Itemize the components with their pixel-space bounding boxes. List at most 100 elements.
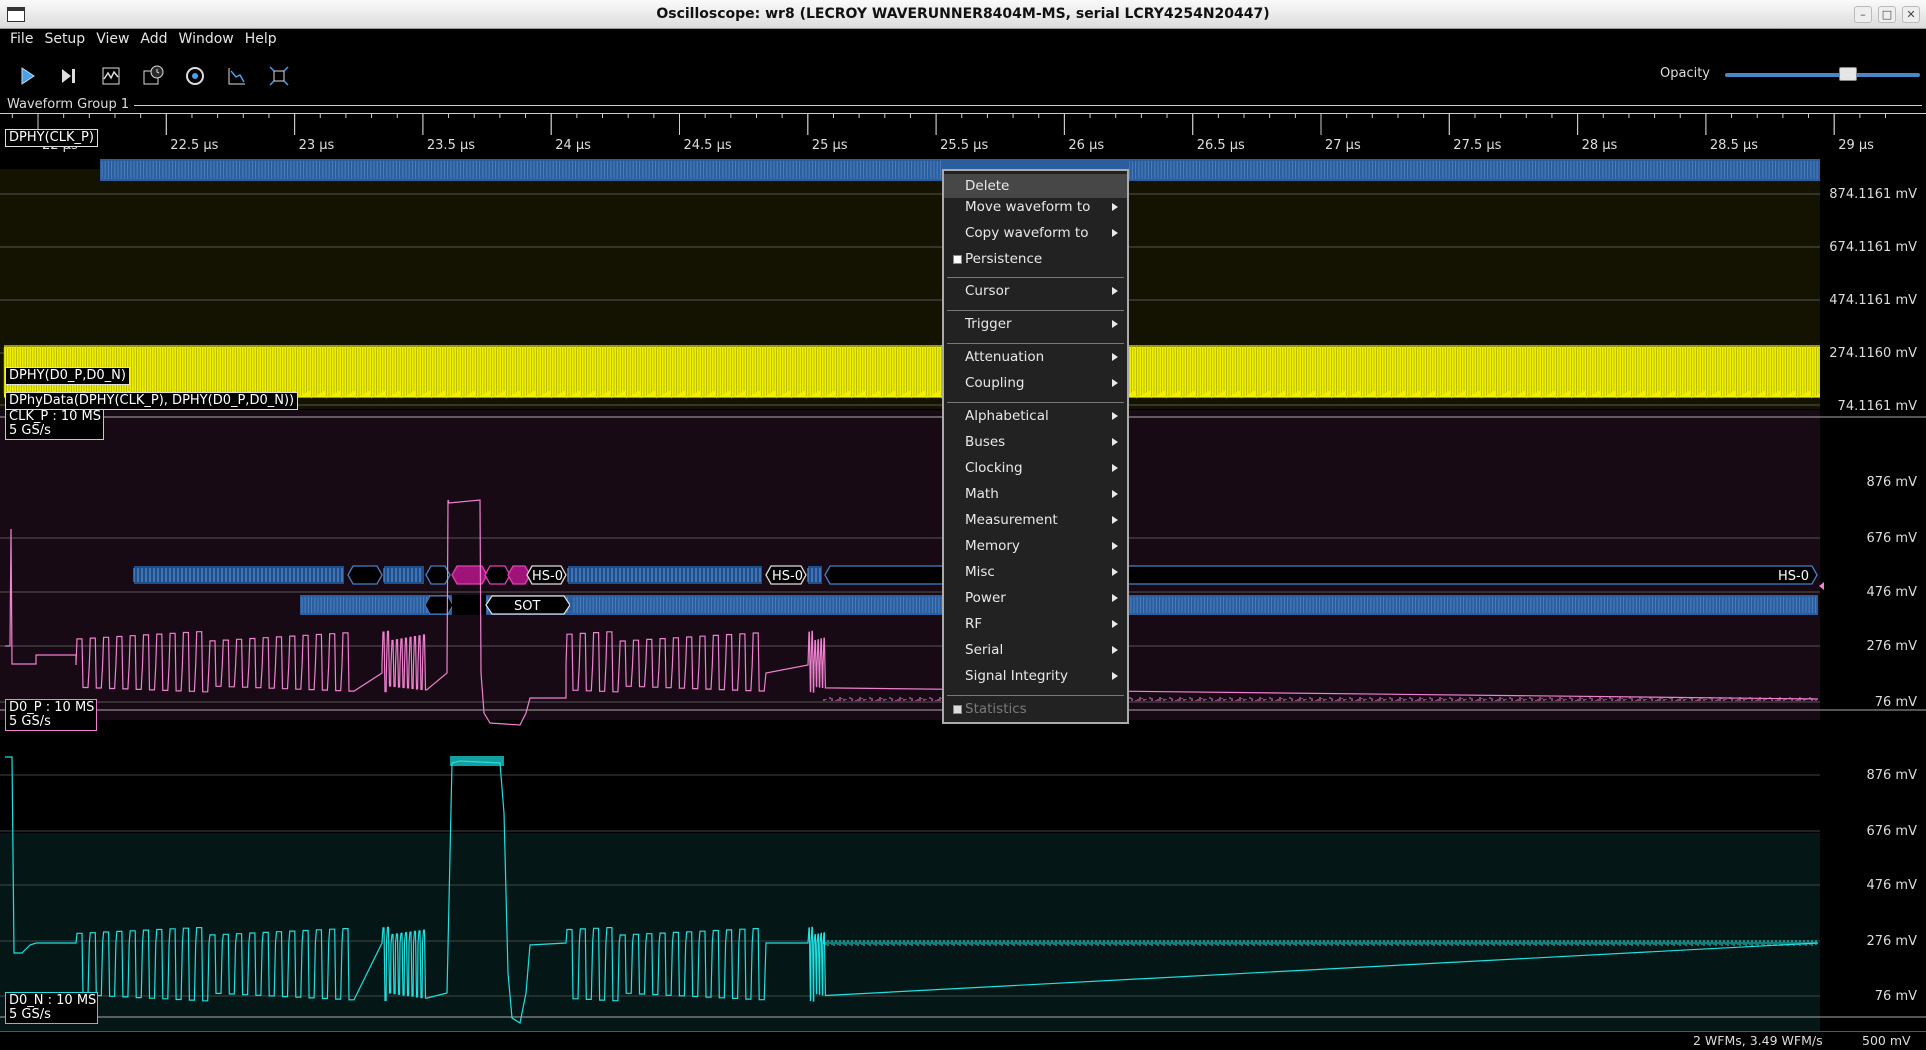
menu-setup[interactable]: Setup — [39, 29, 91, 51]
play-icon — [21, 67, 35, 85]
d0-p-y-label: 476 mV — [1866, 585, 1917, 600]
d0-decode-lp-state — [425, 565, 451, 585]
d0-n-y-label: 876 mV — [1866, 768, 1917, 783]
menu-add[interactable]: Add — [135, 29, 173, 51]
time-axis-label: 26.5 µs — [1197, 138, 1245, 153]
time-axis-label: 25 µs — [812, 138, 848, 153]
history-icon — [143, 65, 164, 85]
menu-signal-integrity[interactable]: Signal Integrity — [944, 664, 1127, 688]
d0-n-y-label: 676 mV — [1866, 824, 1917, 839]
chevron-right-icon — [1112, 379, 1118, 387]
menu-file[interactable]: File — [5, 29, 39, 51]
menu-persistence-label: Persistence — [965, 251, 1043, 267]
clk-p-y-label: 874.1161 mV — [1829, 187, 1917, 202]
d0-p-y-label: 76 mV — [1875, 695, 1917, 710]
menu-cursor[interactable]: Cursor — [944, 279, 1127, 303]
clk-p-trace — [3, 345, 1820, 399]
menu-separator — [947, 310, 1124, 311]
opacity-slider[interactable] — [1725, 73, 1920, 77]
fit-icon — [269, 66, 289, 86]
time-axis-label: 26 µs — [1068, 138, 1104, 153]
single-trigger-button[interactable] — [54, 61, 84, 91]
time-axis-label: 27.5 µs — [1453, 138, 1501, 153]
d0-n-label-rate: 5 GS/s — [9, 1007, 51, 1022]
close-button[interactable]: ✕ — [1902, 6, 1920, 23]
menu-statistics: Statistics — [944, 697, 1127, 721]
vertical-scale: 500 mV — [1862, 1033, 1911, 1048]
menu-copy-waveform-label: Copy waveform to — [965, 225, 1089, 241]
dphy-data-idle — [424, 595, 454, 615]
menu-rf-label: RF — [965, 616, 983, 632]
menu-memory[interactable]: Memory — [944, 534, 1127, 558]
menu-buses[interactable]: Buses — [944, 430, 1127, 454]
clk-p-y-label: 674.1161 mV — [1829, 240, 1917, 255]
menu-signal-integrity-label: Signal Integrity — [965, 668, 1069, 684]
menu-trigger[interactable]: Trigger — [944, 312, 1127, 336]
maximize-button[interactable]: □ — [1878, 6, 1896, 23]
d0-decode-bytes-3-body — [568, 566, 762, 584]
menu-move-waveform-label: Move waveform to — [965, 199, 1091, 215]
waveform-group-header: Waveform Group 1 — [0, 96, 1926, 113]
minimize-button[interactable]: – — [1854, 6, 1872, 23]
menu-move-waveform[interactable]: Move waveform to — [944, 195, 1127, 219]
menu-misc[interactable]: Misc — [944, 560, 1127, 584]
menu-bar: File Setup View Add Window Help — [0, 29, 1926, 51]
chevron-right-icon — [1112, 594, 1118, 602]
clk-decode-label[interactable]: DPHY(CLK_P) — [5, 129, 98, 147]
fit-button[interactable] — [264, 61, 294, 91]
toolbar — [0, 57, 1926, 91]
menu-power[interactable]: Power — [944, 586, 1127, 610]
menu-coupling[interactable]: Coupling — [944, 371, 1127, 395]
menu-copy-waveform[interactable]: Copy waveform to — [944, 221, 1127, 245]
run-button[interactable] — [12, 61, 42, 91]
menu-measurement[interactable]: Measurement — [944, 508, 1127, 532]
menu-rf[interactable]: RF — [944, 612, 1127, 636]
time-axis-label: 22.5 µs — [170, 138, 218, 153]
title-bar: Oscilloscope: wr8 (LECROY WAVERUNNER8404… — [0, 0, 1926, 29]
d0-decode-label[interactable]: DPHY(D0_P,D0_N) — [5, 367, 130, 385]
timebase-icon — [186, 67, 204, 85]
menu-serial[interactable]: Serial — [944, 638, 1127, 662]
d0-n-background — [0, 833, 1820, 1031]
menu-persistence[interactable]: Persistence — [944, 247, 1127, 271]
d0-n-y-label: 276 mV — [1866, 934, 1917, 949]
time-axis-label: 29 µs — [1838, 138, 1874, 153]
force-trigger-button[interactable] — [96, 61, 126, 91]
menu-coupling-label: Coupling — [965, 375, 1025, 391]
clk-p-label[interactable]: CLK_P : 10 MS 5 GS/s — [5, 408, 104, 440]
chevron-right-icon — [1112, 542, 1118, 550]
time-axis-label: 27 µs — [1325, 138, 1361, 153]
menu-help[interactable]: Help — [240, 29, 283, 51]
chevron-right-icon — [1112, 672, 1118, 680]
clk-p-y-label: 274.1160 mV — [1829, 346, 1917, 361]
d0-decode-sync — [451, 565, 488, 585]
d0-p-label[interactable]: D0_P : 10 MS 5 GS/s — [5, 699, 97, 731]
time-axis-label: 23 µs — [299, 138, 335, 153]
menu-math[interactable]: Math — [944, 482, 1127, 506]
menu-attenuation[interactable]: Attenuation — [944, 345, 1127, 369]
autoscale-button[interactable] — [222, 61, 252, 91]
menu-view[interactable]: View — [91, 29, 135, 51]
clk-p-y-label: 74.1161 mV — [1838, 399, 1918, 414]
time-axis[interactable]: 22 µs22.5 µs23 µs23.5 µs24 µs24.5 µs25 µ… — [0, 113, 1926, 153]
menu-window[interactable]: Window — [174, 29, 240, 51]
dphy-data-label[interactable]: DPhyData(DPHY(CLK_P), DPHY(D0_P,D0_N)) — [5, 392, 299, 410]
menu-math-label: Math — [965, 486, 999, 502]
d0-p-y-label: 676 mV — [1866, 531, 1917, 546]
time-axis-label: 28.5 µs — [1710, 138, 1758, 153]
group-divider — [130, 105, 1922, 106]
d0-p-y-label: 876 mV — [1866, 475, 1917, 490]
window-title: Oscilloscope: wr8 (LECROY WAVERUNNER8404… — [656, 6, 1270, 22]
d0-n-label-samples: D0_N : 10 MS — [9, 993, 97, 1008]
persistence-checkbox[interactable] — [953, 255, 962, 264]
menu-clocking[interactable]: Clocking — [944, 456, 1127, 480]
opacity-slider-handle[interactable] — [1838, 67, 1857, 81]
menu-alphabetical[interactable]: Alphabetical — [944, 404, 1127, 428]
timebase-button[interactable] — [180, 61, 210, 91]
clk-p-y-label: 474.1161 mV — [1829, 293, 1917, 308]
history-button[interactable] — [138, 61, 168, 91]
menu-separator — [947, 343, 1124, 344]
d0-n-label[interactable]: D0_N : 10 MS 5 GS/s — [5, 992, 98, 1024]
chevron-right-icon — [1112, 287, 1118, 295]
clk-p-trace-edges — [3, 345, 1820, 399]
